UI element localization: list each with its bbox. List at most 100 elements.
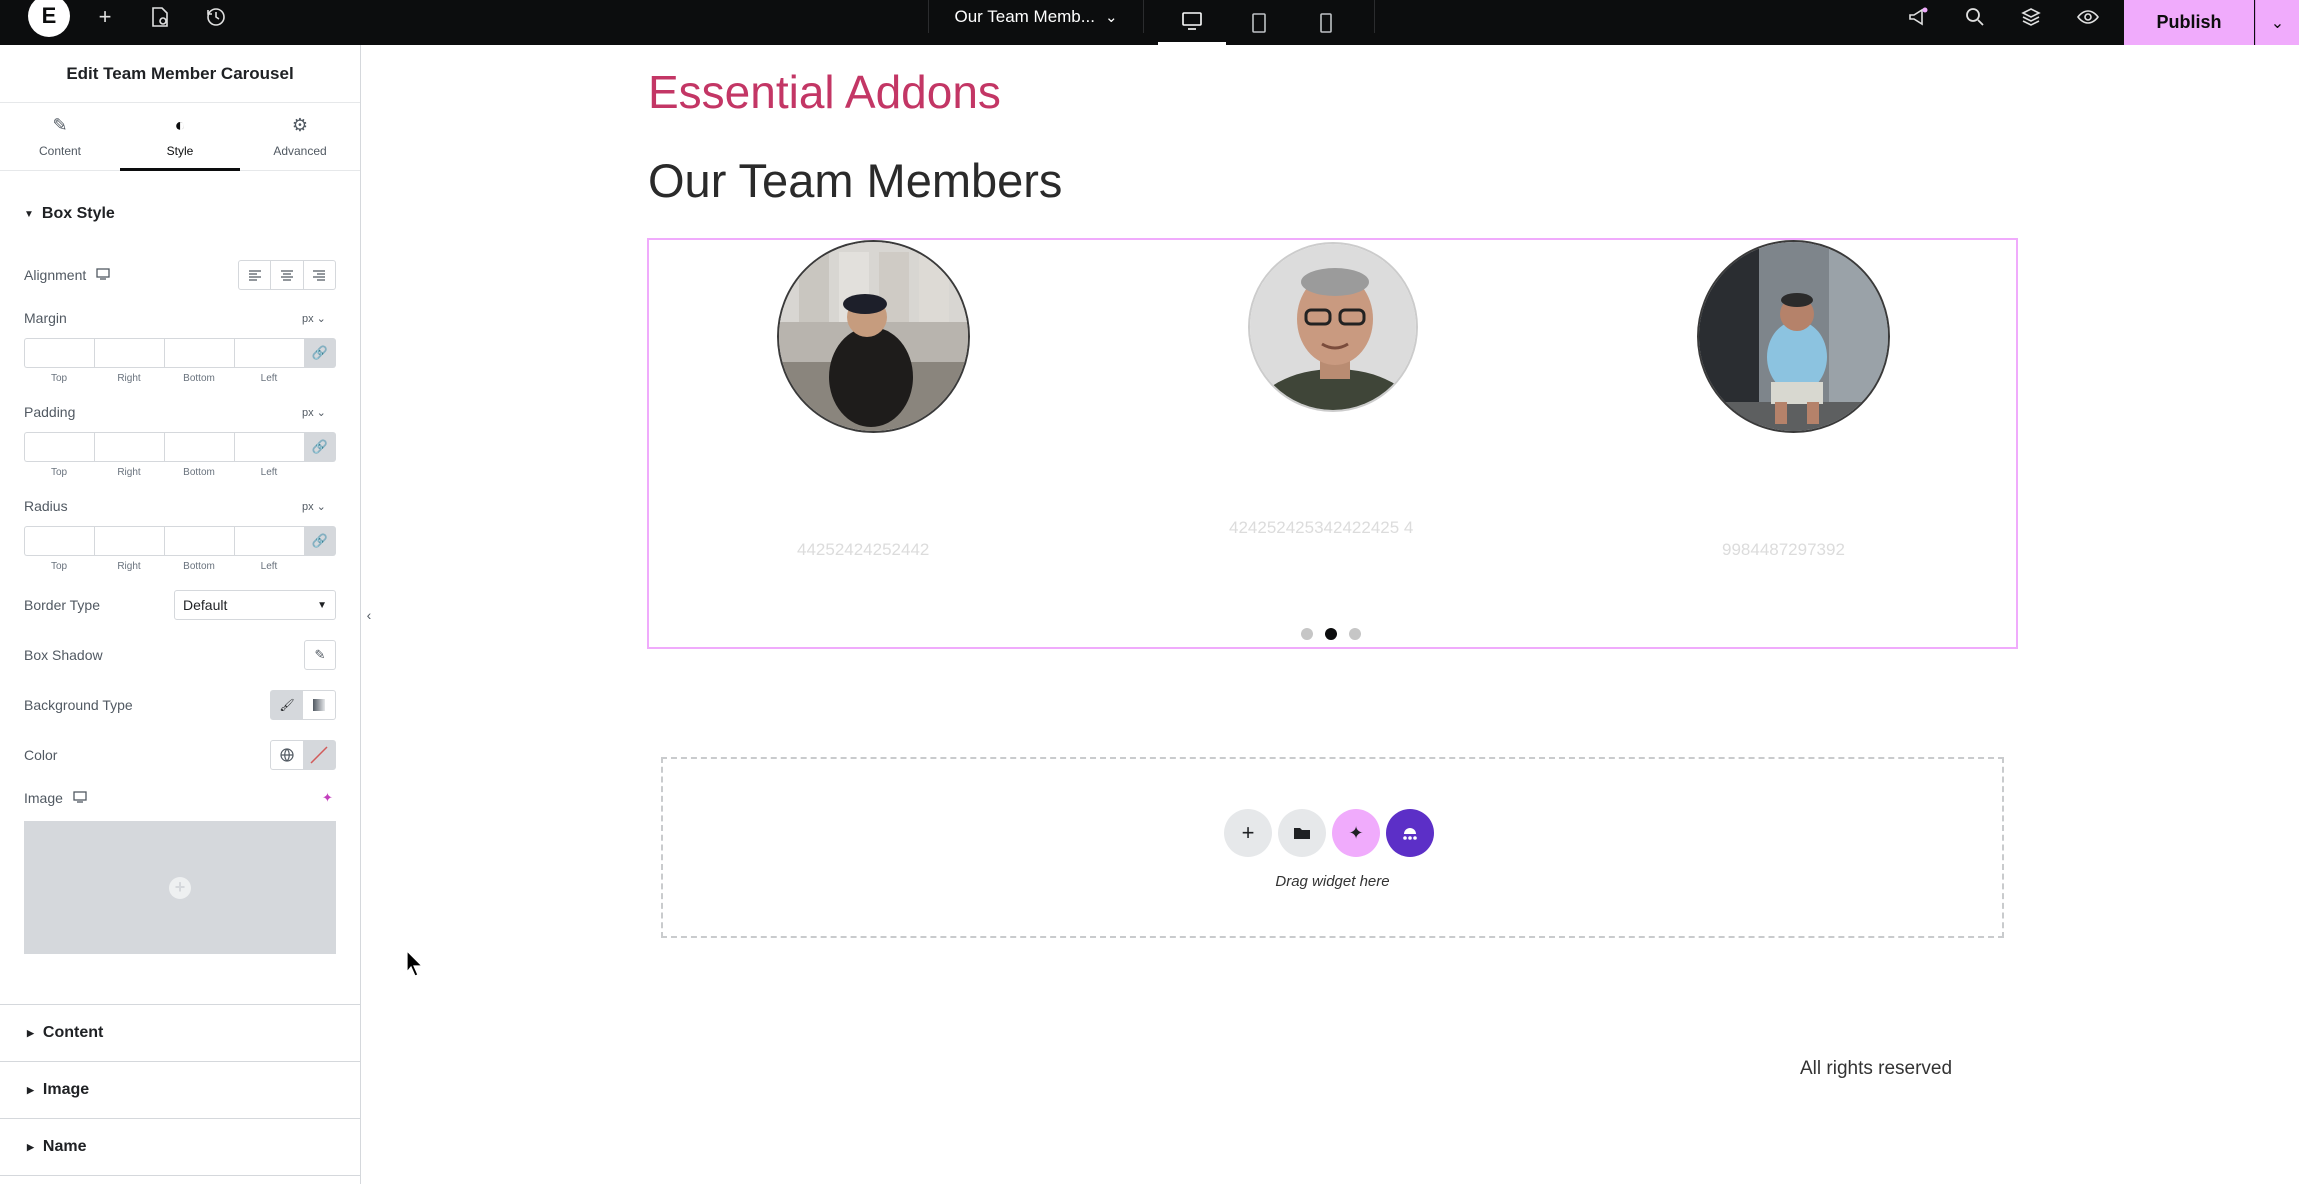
- pencil-icon: ✎: [52, 115, 68, 135]
- padding-left-input[interactable]: [234, 432, 304, 462]
- color-controls: [270, 740, 336, 770]
- brand-heading: Essential Addons: [648, 66, 1001, 118]
- margin-right-input[interactable]: [94, 338, 164, 368]
- section-image[interactable]: ▶ Image: [0, 1061, 360, 1118]
- team-member-carousel[interactable]: 44252424252442 424252425342422425 4 9984…: [647, 238, 2018, 649]
- classic-brush-icon[interactable]: 🖌: [271, 691, 303, 719]
- radius-unit-select[interactable]: px ⌄: [302, 500, 326, 513]
- team-member-photo: [1248, 242, 1418, 412]
- background-type-label: Background Type: [24, 697, 133, 713]
- color-picker-swatch[interactable]: [303, 741, 335, 769]
- top-bar: E + Our Team Memb... ⌄ Publish ⌄: [0, 0, 2299, 45]
- link-values-icon[interactable]: 🔗: [304, 432, 336, 462]
- background-type-choices: 🖌: [270, 690, 336, 720]
- padding-dimensions: 🔗: [24, 432, 336, 462]
- padding-right-input[interactable]: [94, 432, 164, 462]
- member-phone: 424252425342422425 4: [1229, 518, 1414, 537]
- gear-icon: ⚙: [291, 115, 309, 135]
- align-center-icon[interactable]: [271, 261, 304, 289]
- carousel-dot[interactable]: [1349, 628, 1361, 640]
- section-content[interactable]: ▶ Content: [0, 1004, 360, 1061]
- radius-left-input[interactable]: [234, 526, 304, 556]
- padding-unit-select[interactable]: px ⌄: [302, 406, 326, 419]
- structure-layers-icon[interactable]: [2011, 0, 2051, 33]
- add-element-icon[interactable]: +: [85, 0, 125, 33]
- desktop-responsive-icon[interactable]: [73, 790, 87, 806]
- margin-unit-select[interactable]: px ⌄: [302, 312, 326, 325]
- margin-bottom-input[interactable]: [164, 338, 234, 368]
- image-dropzone[interactable]: +: [24, 821, 336, 954]
- publish-options-chevron-icon[interactable]: ⌄: [2255, 0, 2299, 45]
- page-title-dropdown[interactable]: Our Team Memb... ⌄: [928, 0, 1144, 33]
- alignment-choices: [238, 260, 336, 290]
- panel-title: Edit Team Member Carousel: [0, 45, 360, 103]
- chevron-down-icon: ⌄: [1104, 8, 1118, 26]
- radius-right-input[interactable]: [94, 526, 164, 556]
- align-left-icon[interactable]: [239, 261, 272, 289]
- link-values-icon[interactable]: 🔗: [304, 526, 336, 556]
- padding-label: Padding: [24, 404, 76, 420]
- align-right-icon[interactable]: [304, 261, 335, 289]
- preview-eye-icon[interactable]: [2068, 0, 2108, 33]
- padding-top-input[interactable]: [24, 432, 94, 462]
- add-image-plus-icon: +: [169, 876, 191, 899]
- member-phone: 44252424252442: [797, 540, 930, 559]
- image-label: Image: [24, 790, 87, 806]
- margin-left-input[interactable]: [234, 338, 304, 368]
- desktop-responsive-icon[interactable]: [96, 267, 110, 283]
- carousel-dot[interactable]: [1301, 628, 1313, 640]
- radius-label: Radius: [24, 498, 68, 514]
- notifications-icon[interactable]: [1898, 0, 1938, 33]
- collapse-panel-chevron-icon[interactable]: ‹: [361, 598, 377, 632]
- team-member-photo: [1697, 240, 1890, 433]
- footer-copyright: All rights reserved: [1800, 1058, 1953, 1079]
- publish-button[interactable]: Publish: [2124, 0, 2254, 45]
- gradient-icon[interactable]: [303, 691, 335, 719]
- ai-sparkle-icon[interactable]: ✦: [322, 790, 333, 806]
- essential-addons-templates-icon[interactable]: [1386, 809, 1434, 857]
- alignment-label: Alignment: [24, 267, 110, 283]
- mobile-view-button[interactable]: [1292, 0, 1360, 45]
- section-box-style[interactable]: ▼ Box Style: [24, 205, 115, 223]
- section-heading: Our Team Members: [648, 154, 1063, 207]
- radius-dimension-labels: Top Right Bottom Left: [50, 561, 278, 572]
- radius-bottom-input[interactable]: [164, 526, 234, 556]
- padding-dimension-labels: Top Right Bottom Left: [50, 467, 278, 478]
- caret-right-icon: ▶: [27, 1027, 34, 1038]
- tab-content[interactable]: ✎ Content: [0, 103, 120, 170]
- radius-top-input[interactable]: [24, 526, 94, 556]
- ai-sparkle-button[interactable]: ✦: [1332, 809, 1380, 857]
- link-values-icon[interactable]: 🔗: [304, 338, 336, 368]
- divider: [1374, 0, 1375, 33]
- elementor-logo[interactable]: E: [27, 0, 71, 37]
- margin-label: Margin: [24, 310, 67, 326]
- dropzone-hint: Drag widget here: [1275, 873, 1390, 890]
- template-library-folder-icon[interactable]: [1278, 809, 1326, 857]
- desktop-view-button[interactable]: [1158, 0, 1226, 45]
- tab-style[interactable]: ◐ Style: [120, 103, 240, 171]
- edit-pencil-icon[interactable]: ✎: [304, 640, 336, 670]
- tab-advanced[interactable]: ⚙ Advanced: [240, 103, 360, 170]
- border-type-select[interactable]: Default ▼: [174, 590, 336, 620]
- caret-down-icon: ▼: [24, 208, 34, 220]
- caret-right-icon: ▶: [27, 1084, 34, 1095]
- globe-icon[interactable]: [271, 741, 303, 769]
- section-name[interactable]: ▶ Name: [0, 1118, 360, 1176]
- history-icon[interactable]: [196, 0, 236, 33]
- team-member-photo: [777, 240, 970, 433]
- member-phone: 9984487297392: [1722, 540, 1845, 559]
- tablet-view-button[interactable]: [1225, 0, 1293, 45]
- margin-dimension-labels: Top Right Bottom Left: [50, 373, 278, 384]
- margin-dimensions: 🔗: [24, 338, 336, 368]
- half-circle-icon: ◐: [174, 115, 186, 135]
- empty-section-dropzone[interactable]: + ✦ Drag widget here: [661, 757, 2004, 938]
- page-settings-icon[interactable]: [140, 0, 180, 33]
- carousel-dot-active[interactable]: [1325, 628, 1337, 640]
- box-shadow-label: Box Shadow: [24, 647, 103, 663]
- search-icon[interactable]: [1955, 0, 1995, 33]
- add-new-section-button[interactable]: +: [1224, 809, 1272, 857]
- margin-top-input[interactable]: [24, 338, 94, 368]
- color-label: Color: [24, 747, 58, 763]
- padding-bottom-input[interactable]: [164, 432, 234, 462]
- mouse-cursor-icon: [406, 949, 424, 983]
